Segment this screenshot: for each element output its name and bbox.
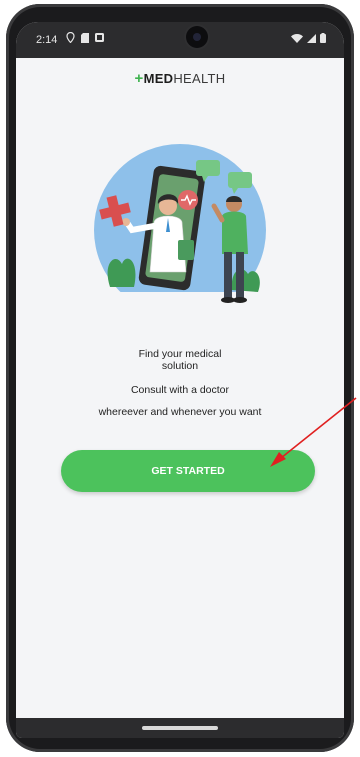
plus-icon: + — [134, 70, 144, 87]
sim-card-icon — [81, 32, 89, 43]
get-started-button[interactable]: GET STARTED — [61, 450, 315, 492]
screen: 2:14 +MEDHEALTH Find your medical soluti… — [16, 22, 344, 738]
telemedicine-illustration — [82, 144, 278, 332]
status-right-icons — [291, 33, 326, 43]
home-indicator[interactable] — [142, 726, 218, 730]
logo-bold-text: MED — [143, 71, 174, 86]
subtitle-line-2: whereever and whenever you want — [98, 406, 262, 418]
subtitle-line-1: Consult with a doctor — [130, 384, 230, 396]
wifi-icon — [291, 33, 303, 43]
battery-icon — [320, 33, 326, 43]
status-left-icons — [66, 32, 104, 43]
logo-light-text: HEALTH — [173, 71, 226, 86]
front-camera — [186, 26, 208, 48]
tagline-text: Find your medical solution — [138, 348, 222, 372]
notification-icon — [95, 33, 104, 42]
signal-icon — [307, 33, 316, 43]
navigation-bar — [16, 718, 344, 738]
tagline: Find your medical solution — [16, 348, 344, 372]
status-bar: 2:14 — [16, 22, 344, 58]
app-logo: +MEDHEALTH — [16, 70, 344, 87]
status-time: 2:14 — [36, 34, 58, 46]
location-icon — [66, 32, 75, 43]
phone-frame: 2:14 +MEDHEALTH Find your medical soluti… — [6, 4, 354, 752]
